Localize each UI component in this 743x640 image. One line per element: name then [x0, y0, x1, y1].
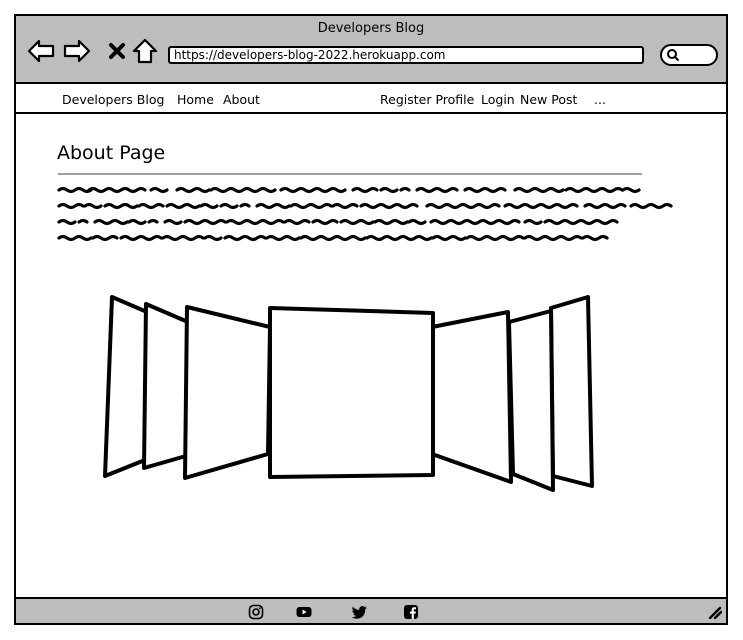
carousel-slide-left-2 [142, 302, 190, 470]
window-title: Developers Blog [317, 21, 425, 36]
page-title: About Page [57, 142, 166, 164]
facebook-icon[interactable] [403, 604, 419, 620]
site-footer [16, 597, 726, 623]
heading-divider [58, 173, 642, 175]
image-carousel[interactable] [102, 294, 602, 494]
nav-link-login[interactable]: Login [481, 92, 515, 107]
browser-titlebar: Developers Blog https://developers-blog-… [16, 16, 726, 84]
home-icon[interactable] [130, 36, 160, 66]
youtube-icon[interactable] [296, 604, 312, 620]
carousel-slide-left-3 [103, 295, 149, 478]
resize-grip-icon[interactable] [706, 603, 722, 619]
carousel-slide-right-1 [430, 310, 513, 484]
nav-link-register-profile[interactable]: Register Profile [380, 92, 474, 107]
nav-link-home[interactable]: Home [177, 92, 214, 107]
carousel-slide-active [268, 306, 435, 479]
carousel-slide-right-3 [549, 295, 594, 488]
carousel-slide-left-1 [183, 305, 272, 480]
nav-link-new-post[interactable]: New Post [520, 92, 577, 107]
url-field[interactable]: https://developers-blog-2022.herokuapp.c… [168, 46, 644, 64]
browser-window: Developers Blog https://developers-blog-… [14, 14, 728, 625]
nav-more-menu[interactable]: ... [594, 92, 606, 107]
carousel-slide-right-2 [507, 309, 555, 492]
search-icon [667, 49, 680, 62]
stop-icon[interactable] [102, 36, 132, 66]
browser-search-field[interactable] [660, 44, 718, 66]
back-arrow-icon[interactable] [26, 36, 56, 66]
site-navbar: Developers Blog Home About Register Prof… [16, 86, 726, 114]
forward-arrow-icon[interactable] [62, 36, 92, 66]
navbar-brand[interactable]: Developers Blog [62, 92, 164, 107]
nav-link-about[interactable]: About [223, 92, 260, 107]
placeholder-text-block [57, 186, 673, 242]
twitter-icon[interactable] [352, 604, 368, 620]
instagram-icon[interactable] [248, 604, 264, 620]
